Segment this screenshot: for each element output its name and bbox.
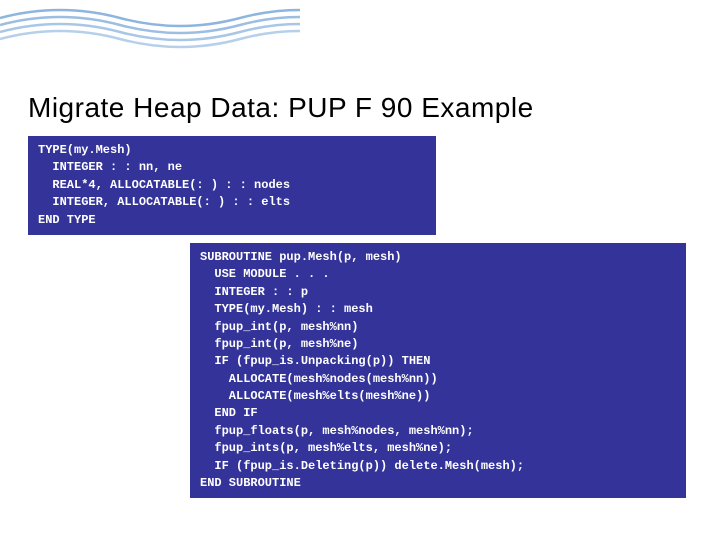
page-title: Migrate Heap Data: PUP F 90 Example (28, 92, 692, 124)
subroutine-code: SUBROUTINE pup.Mesh(p, mesh) USE MODULE … (190, 243, 686, 498)
slide-content: Migrate Heap Data: PUP F 90 Example TYPE… (0, 0, 720, 498)
wave-decoration (0, 0, 300, 70)
type-definition-code: TYPE(my.Mesh) INTEGER : : nn, ne REAL*4,… (28, 136, 436, 235)
